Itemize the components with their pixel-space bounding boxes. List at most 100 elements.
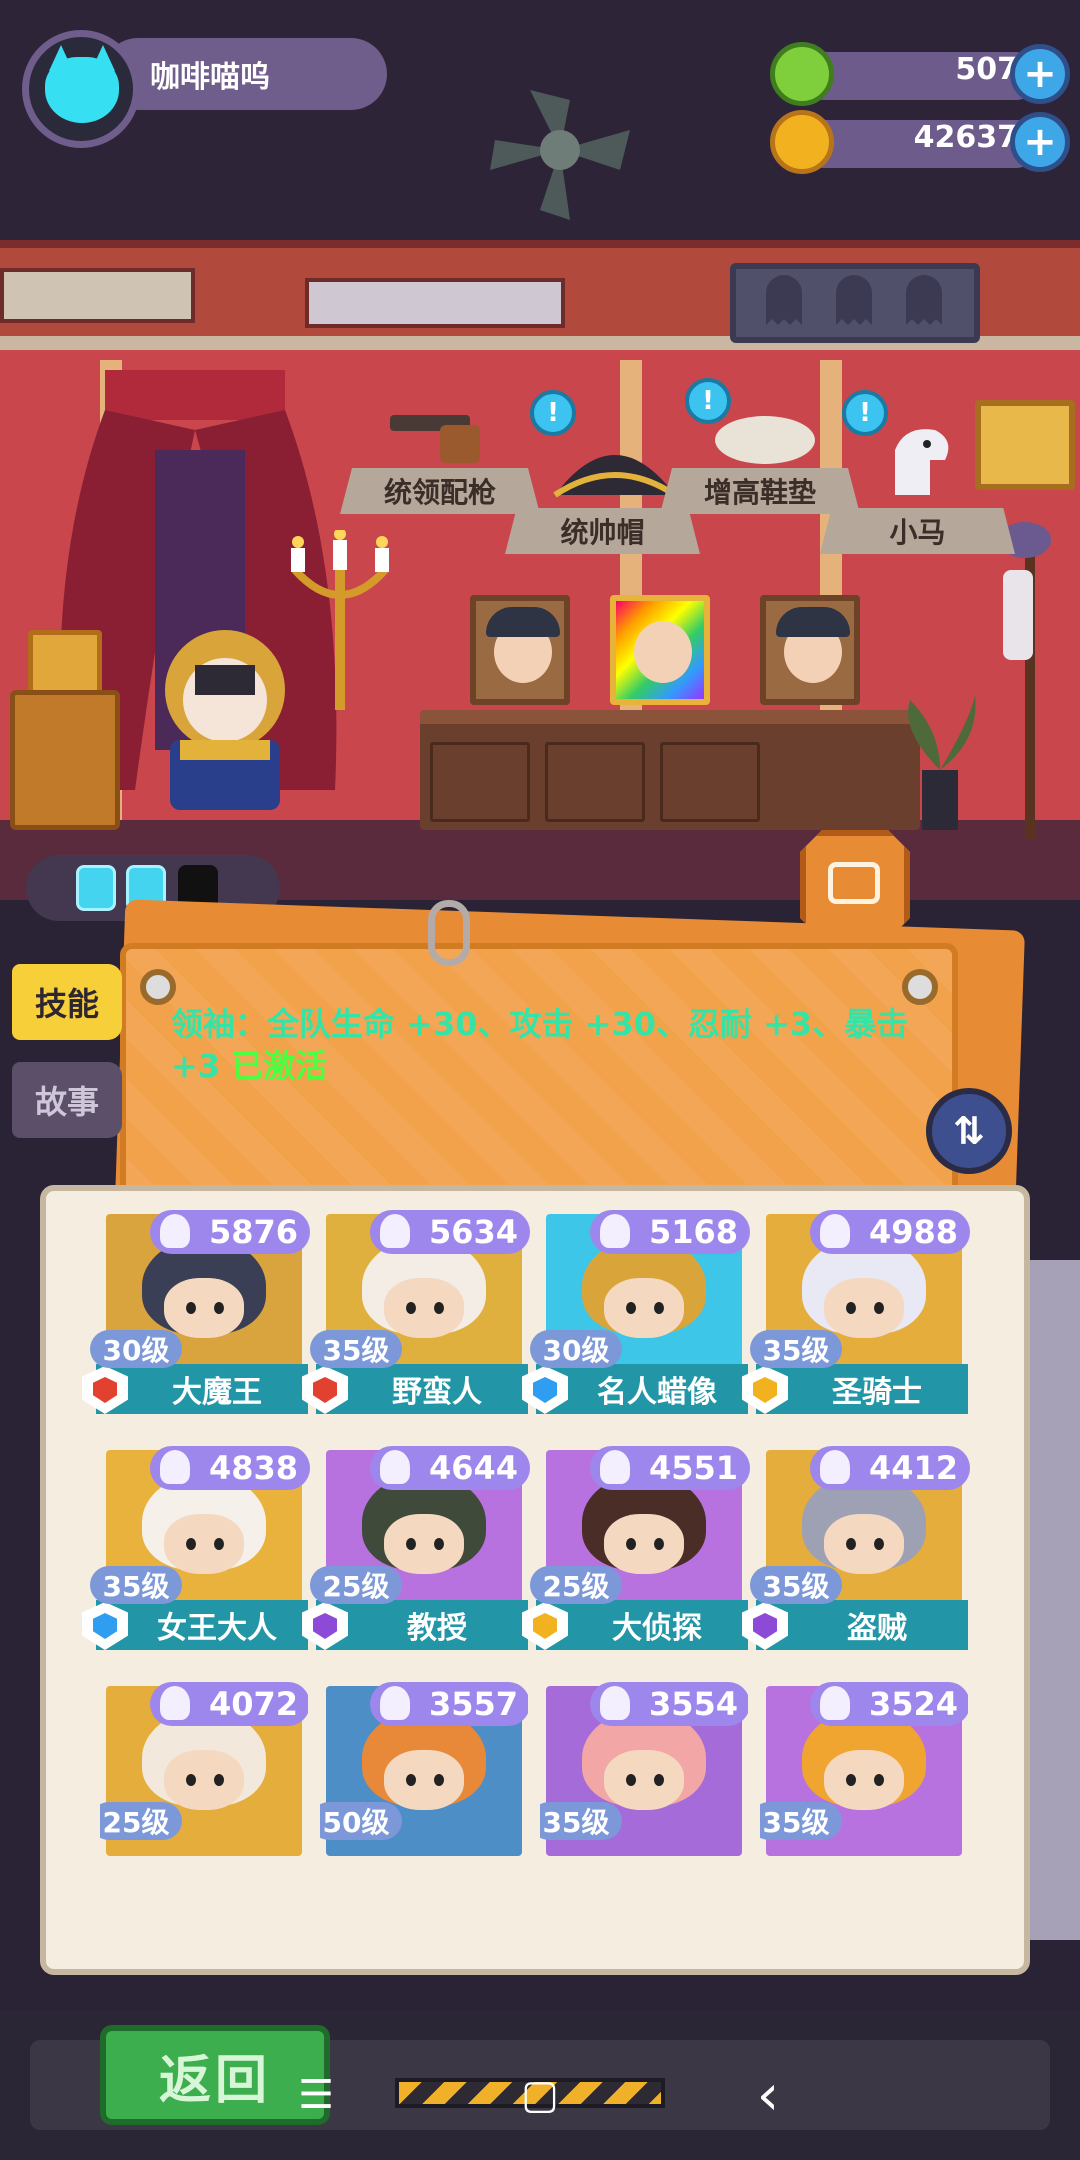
hero-card[interactable]: 4072 25级 xyxy=(100,1678,308,1856)
hero-level: 25级 xyxy=(310,1566,402,1604)
hero-level: 35级 xyxy=(750,1330,842,1368)
cabinet xyxy=(10,690,120,830)
home-icon[interactable]: ▢ xyxy=(510,2070,570,2120)
candelabra-icon xyxy=(291,530,389,710)
hero-level: 35级 xyxy=(90,1566,182,1604)
hero-power: 5168 xyxy=(590,1210,750,1254)
hero-card[interactable]: 5876 大魔王 30级 xyxy=(82,1206,310,1426)
power-fist-icon xyxy=(600,1686,630,1720)
hero-power-value: 4551 xyxy=(648,1449,738,1487)
player-profile[interactable]: 咖啡喵呜 xyxy=(22,30,387,148)
hero-level: 25级 xyxy=(530,1566,622,1604)
power-fist-icon xyxy=(160,1450,190,1484)
power-fist-icon xyxy=(600,1450,630,1484)
hero-power-value: 5876 xyxy=(208,1213,298,1251)
hero-power-value: 4838 xyxy=(208,1449,298,1487)
hero-power-value: 3524 xyxy=(868,1685,958,1723)
pin-icon xyxy=(140,969,176,1005)
hero-power: 4988 xyxy=(810,1210,970,1254)
hero-level: 30级 xyxy=(530,1330,622,1368)
hero-card[interactable]: 4412 盗贼 35级 xyxy=(742,1442,970,1662)
skill-status: 已激活 xyxy=(231,1047,328,1085)
equipment-label-pony[interactable]: 小马 xyxy=(820,508,1015,554)
alert-icon: ! xyxy=(530,390,576,436)
hero-card[interactable]: 4838 女王大人 35级 xyxy=(82,1442,310,1662)
skill-description: 领袖：全队生命 +30、攻击 +30、忍耐 +3、暴击 +3 已激活 xyxy=(171,1005,909,1085)
tab-story[interactable]: 故事 xyxy=(12,1062,122,1138)
hero-card[interactable]: 3554 35级 xyxy=(540,1678,748,1856)
portrait-frame[interactable] xyxy=(610,595,710,705)
hero-card[interactable]: 4988 圣骑士 35级 xyxy=(742,1206,970,1426)
hero-card[interactable]: 5168 名人蜡像 30级 xyxy=(522,1206,750,1426)
bicorne-hat-icon[interactable] xyxy=(550,425,680,505)
hero-power: 4551 xyxy=(590,1446,750,1490)
hero-power: 4644 xyxy=(370,1446,530,1490)
nav-back-icon[interactable]: ‹ xyxy=(738,2063,798,2128)
coin-value: 42637 xyxy=(913,120,1018,155)
gem-value: 507 xyxy=(955,52,1018,87)
hero-power: 5634 xyxy=(370,1210,530,1254)
equipment-label-hat[interactable]: 统帅帽 xyxy=(505,508,700,554)
pin-icon xyxy=(902,969,938,1005)
hero-card[interactable]: 3557 50级 xyxy=(320,1678,528,1856)
player-name: 咖啡喵呜 xyxy=(150,60,270,95)
hero-power-value: 4644 xyxy=(428,1449,518,1487)
equipment-label-pistol[interactable]: 统领配枪 xyxy=(340,468,540,514)
power-fist-icon xyxy=(380,1450,410,1484)
portrait-frame[interactable] xyxy=(470,595,570,705)
hero-power: 3554 xyxy=(590,1682,748,1726)
pony-icon[interactable] xyxy=(875,420,965,500)
hero-power-value: 3557 xyxy=(428,1685,518,1723)
hero-power: 4072 xyxy=(150,1682,308,1726)
plant-icon xyxy=(908,695,976,830)
energy-full-icon xyxy=(76,865,116,911)
pistol-icon[interactable] xyxy=(390,405,500,465)
ceiling-beam xyxy=(0,240,1080,350)
shoe-insole-icon[interactable] xyxy=(710,405,820,475)
skill-panel: 领袖：全队生命 +30、攻击 +30、忍耐 +3、暴击 +3 已激活 xyxy=(120,943,958,1203)
hero-power-value: 4412 xyxy=(868,1449,958,1487)
add-coin-button[interactable]: + xyxy=(1010,112,1070,172)
power-fist-icon xyxy=(820,1686,850,1720)
hero-power: 4838 xyxy=(150,1446,310,1490)
swap-button[interactable]: ⇅ xyxy=(926,1088,1012,1174)
ghost-panel xyxy=(730,263,980,343)
hero-card[interactable]: 4644 教授 25级 xyxy=(302,1442,530,1662)
ceiling-fan-icon xyxy=(490,90,630,220)
tab-skill[interactable]: 技能 xyxy=(12,964,122,1040)
hero-card[interactable]: 3524 35级 xyxy=(760,1678,968,1856)
equipment-label-insole[interactable]: 增高鞋垫 xyxy=(660,468,860,514)
gem-icon xyxy=(770,42,834,106)
hero-power: 3557 xyxy=(370,1682,528,1726)
power-fist-icon xyxy=(380,1214,410,1248)
hero-power-value: 3554 xyxy=(648,1685,738,1723)
alert-icon: ! xyxy=(685,378,731,424)
power-fist-icon xyxy=(160,1214,190,1248)
hero-level: 35级 xyxy=(540,1802,622,1840)
hero-power-value: 4072 xyxy=(208,1685,298,1723)
coin-counter: 42637 + xyxy=(770,110,1070,174)
hero-power: 3524 xyxy=(810,1682,968,1726)
hero-power-value: 4988 xyxy=(868,1213,958,1251)
portrait-frame[interactable] xyxy=(760,595,860,705)
hero-power: 4412 xyxy=(810,1446,970,1490)
hero-level: 35级 xyxy=(760,1802,842,1840)
coat-rack-icon xyxy=(999,522,1051,840)
avatar[interactable] xyxy=(22,30,140,148)
cat-avatar-icon xyxy=(45,45,119,123)
power-fist-icon xyxy=(820,1450,850,1484)
menu-icon[interactable]: ☰ xyxy=(286,2070,346,2120)
power-fist-icon xyxy=(160,1686,190,1720)
paper-clip-icon xyxy=(428,900,470,966)
power-fist-icon xyxy=(380,1686,410,1720)
hero-level: 35级 xyxy=(750,1566,842,1604)
hero-card[interactable]: 5634 野蛮人 35级 xyxy=(302,1206,530,1426)
hero-level: 30级 xyxy=(90,1330,182,1368)
add-gem-button[interactable]: + xyxy=(1010,44,1070,104)
hero-card[interactable]: 4551 大侦探 25级 xyxy=(522,1442,750,1662)
coin-icon xyxy=(770,110,834,174)
gem-counter: 507 + xyxy=(770,42,1070,106)
horse-portrait xyxy=(975,400,1075,490)
power-fist-icon xyxy=(820,1214,850,1248)
blurred-caption xyxy=(220,1893,980,1927)
